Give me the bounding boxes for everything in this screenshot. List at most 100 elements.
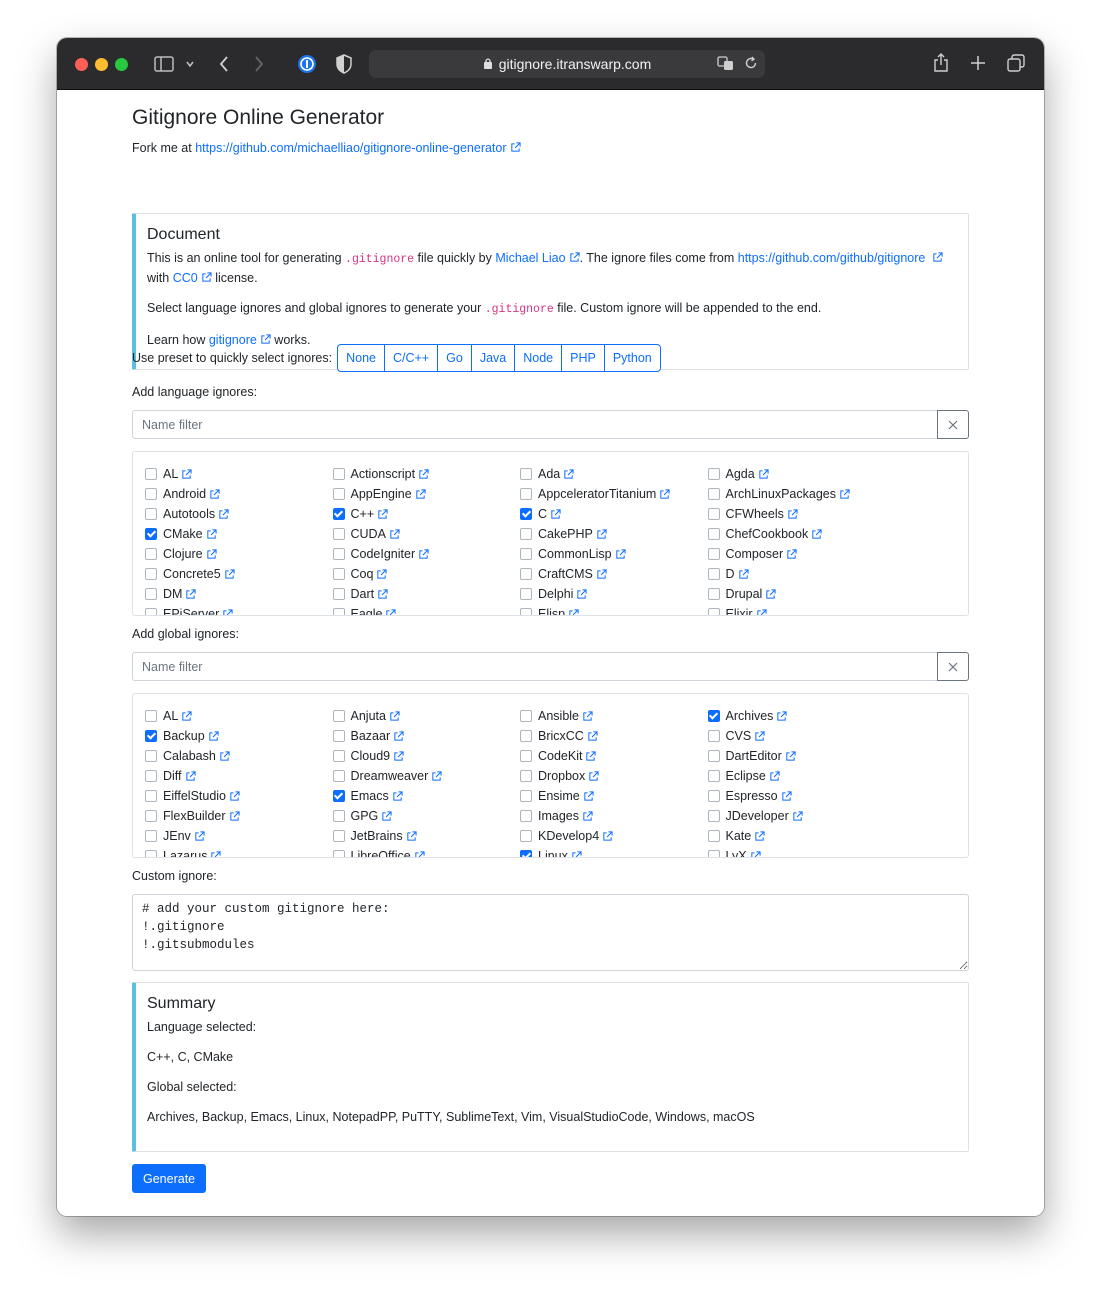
external-link-icon[interactable]	[206, 528, 217, 540]
language-item[interactable]: AL	[145, 464, 333, 484]
external-link-icon[interactable]	[576, 588, 588, 600]
external-link-icon[interactable]	[194, 830, 205, 842]
checkbox[interactable]	[707, 730, 720, 742]
external-link-icon[interactable]	[218, 508, 229, 520]
global-item[interactable]: JetBrains	[332, 826, 521, 846]
checkbox[interactable]	[145, 790, 157, 802]
external-link-icon[interactable]	[229, 810, 240, 822]
external-link-icon[interactable]	[415, 488, 426, 500]
global-item[interactable]: Lazarus	[145, 846, 333, 857]
new-tab-icon[interactable]	[970, 55, 986, 75]
preset-button-go[interactable]: Go	[437, 344, 472, 372]
tab-overview-icon[interactable]	[1007, 54, 1025, 76]
global-item[interactable]: AL	[145, 706, 333, 726]
language-item[interactable]: CMake	[145, 524, 333, 544]
checkbox[interactable]	[707, 608, 720, 615]
checkbox[interactable]	[332, 730, 345, 742]
checkbox[interactable]	[145, 488, 157, 500]
external-link-icon[interactable]	[385, 608, 397, 617]
external-link-icon[interactable]	[185, 770, 196, 782]
checkbox[interactable]	[520, 508, 532, 520]
language-item[interactable]: CFWheels	[707, 504, 896, 524]
external-link-icon[interactable]	[208, 730, 219, 742]
language-name-filter[interactable]	[132, 410, 938, 439]
external-link-icon[interactable]	[219, 750, 230, 762]
external-link-icon[interactable]	[181, 710, 192, 722]
global-item[interactable]: LibreOffice	[332, 846, 521, 859]
checkbox[interactable]	[707, 488, 720, 500]
checkbox[interactable]	[332, 548, 345, 560]
language-item[interactable]: Elisp	[520, 604, 708, 617]
checkbox[interactable]	[145, 850, 157, 857]
checkbox[interactable]	[520, 770, 532, 782]
preset-button-python[interactable]: Python	[603, 344, 661, 372]
external-link-icon[interactable]	[750, 850, 761, 859]
external-link-icon[interactable]	[758, 468, 769, 480]
checkbox[interactable]	[520, 830, 532, 842]
language-item[interactable]: Actionscript	[332, 464, 521, 484]
checkbox[interactable]	[520, 608, 532, 615]
external-link-icon[interactable]	[568, 608, 579, 617]
language-item[interactable]: Drupal	[707, 584, 896, 604]
external-link-icon[interactable]	[582, 710, 593, 722]
preset-button-java[interactable]: Java	[470, 344, 516, 372]
external-link-icon[interactable]	[377, 588, 388, 600]
global-item[interactable]: EiffelStudio	[145, 786, 333, 806]
external-link-icon[interactable]	[582, 810, 593, 822]
checkbox[interactable]	[707, 588, 720, 600]
external-link-icon[interactable]	[786, 548, 797, 560]
checkbox[interactable]	[707, 468, 720, 480]
checkbox[interactable]	[707, 508, 720, 520]
language-item[interactable]: D	[707, 564, 896, 584]
checkbox[interactable]	[332, 608, 345, 615]
preset-button-none[interactable]: None	[337, 344, 385, 372]
checkbox[interactable]	[332, 468, 345, 480]
external-link-icon[interactable]	[588, 770, 599, 782]
chevron-down-icon[interactable]	[185, 57, 195, 73]
external-link-icon[interactable]	[393, 730, 404, 742]
language-item[interactable]: AppceleratorTitanium	[520, 484, 708, 504]
language-item[interactable]: Ada	[520, 464, 708, 484]
checkbox[interactable]	[145, 588, 157, 600]
close-window-button[interactable]	[75, 58, 88, 71]
checkbox[interactable]	[332, 488, 345, 500]
global-item[interactable]: Backup	[145, 726, 333, 746]
language-item[interactable]: CakePHP	[520, 524, 708, 544]
language-item[interactable]: Coq	[332, 564, 521, 584]
global-item[interactable]: Emacs	[332, 786, 521, 806]
external-link-icon[interactable]	[602, 830, 613, 842]
external-link-icon[interactable]	[583, 790, 594, 802]
external-link-icon[interactable]	[414, 850, 425, 859]
language-item[interactable]: Autotools	[145, 504, 333, 524]
generate-button[interactable]: Generate	[132, 1164, 207, 1193]
checkbox[interactable]	[332, 850, 345, 857]
language-item[interactable]: CodeIgniter	[332, 544, 521, 564]
checkbox[interactable]	[520, 790, 532, 802]
global-item[interactable]: FlexBuilder	[145, 806, 333, 826]
external-link-icon[interactable]	[615, 548, 626, 560]
checkbox[interactable]	[145, 508, 157, 520]
checkbox[interactable]	[145, 568, 157, 580]
external-link-icon[interactable]	[389, 528, 400, 540]
checkbox[interactable]	[332, 750, 345, 762]
checkbox[interactable]	[520, 588, 532, 600]
checkbox[interactable]	[520, 850, 532, 857]
checkbox[interactable]	[520, 488, 532, 500]
language-item[interactable]: AppEngine	[332, 484, 521, 504]
checkbox[interactable]	[707, 710, 720, 722]
external-link-icon[interactable]	[550, 508, 561, 520]
language-item[interactable]: Concrete5	[145, 564, 333, 584]
checkbox[interactable]	[332, 528, 345, 540]
external-link-icon[interactable]	[431, 770, 442, 782]
global-item[interactable]: Diff	[145, 766, 333, 786]
checkbox[interactable]	[707, 770, 720, 782]
external-link-icon[interactable]	[769, 770, 780, 782]
global-item[interactable]: CodeKit	[520, 746, 708, 766]
external-link-icon[interactable]	[563, 468, 574, 480]
language-item[interactable]: ArchLinuxPackages	[707, 484, 896, 504]
external-link-icon[interactable]	[224, 568, 235, 580]
external-link-icon[interactable]	[765, 588, 776, 600]
global-item[interactable]: JEnv	[145, 826, 333, 846]
language-item[interactable]: CraftCMS	[520, 564, 708, 584]
checkbox[interactable]	[520, 750, 532, 762]
